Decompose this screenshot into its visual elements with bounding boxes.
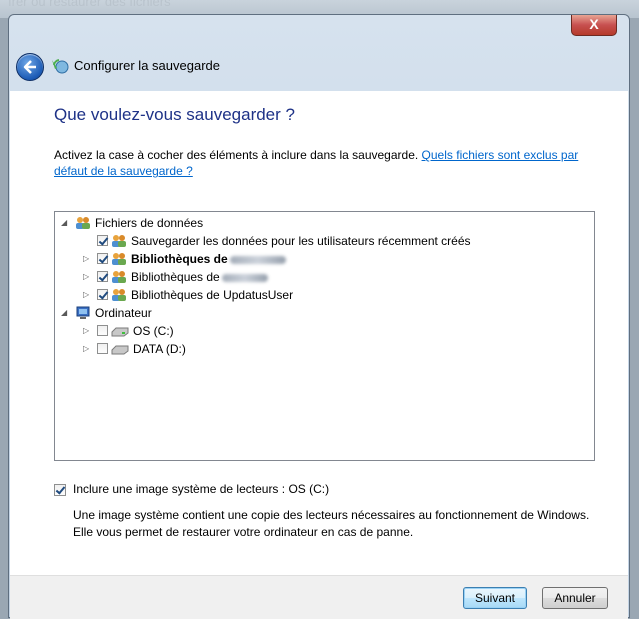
backup-items-tree[interactable]: ◢ Fichiers de données Sauvegarder les do…	[54, 211, 595, 461]
drive-icon	[111, 345, 129, 355]
users-icon	[76, 217, 90, 229]
expand-arrow-icon[interactable]: ▷	[83, 286, 93, 304]
users-icon	[112, 235, 126, 247]
content-panel: Que voulez-vous sauvegarder ? Activez la…	[10, 91, 628, 575]
redacted-username	[221, 273, 268, 282]
collapse-arrow-icon[interactable]: ◢	[61, 304, 71, 322]
tree-label: Ordinateur	[95, 306, 152, 320]
collapse-arrow-icon[interactable]: ◢	[61, 214, 71, 232]
cancel-button[interactable]: Annuler	[542, 587, 608, 609]
backup-icon	[52, 59, 69, 74]
system-image-description: Une image système contient une copie des…	[73, 508, 590, 539]
description-text: Activez la case à cocher des éléments à …	[54, 148, 419, 162]
tree-checkbox[interactable]	[97, 253, 108, 264]
page-heading: Que voulez-vous sauvegarder ?	[54, 105, 295, 124]
tree-label: Fichiers de données	[95, 216, 204, 230]
tree-checkbox[interactable]	[97, 325, 108, 336]
tree-label: Bibliothèques de UpdatusUser	[131, 288, 294, 302]
tree-node-data-files[interactable]: ◢ Fichiers de données	[59, 214, 579, 232]
expand-arrow-icon[interactable]: ▷	[83, 322, 93, 340]
page-description: Activez la case à cocher des éléments à …	[54, 147, 594, 179]
expand-arrow-icon[interactable]: ▷	[83, 250, 93, 268]
tree-checkbox[interactable]	[97, 235, 108, 246]
tree-label: Bibliothèques de	[131, 252, 228, 266]
computer-icon	[76, 306, 90, 319]
tree-label: OS (C:)	[133, 324, 174, 338]
close-button[interactable]: X	[571, 15, 617, 36]
backup-config-dialog: X Configurer la sauvegarde Que voulez-vo…	[8, 14, 630, 619]
expand-arrow-icon[interactable]: ▷	[83, 340, 93, 358]
tree-label-group: Bibliothèques de	[131, 268, 268, 286]
window-title: Configurer la sauvegarde	[74, 58, 220, 73]
back-button[interactable]	[16, 53, 44, 81]
tree-label-group: Bibliothèques de	[131, 250, 286, 268]
users-icon	[112, 289, 126, 301]
tree-label: Bibliothèques de	[131, 270, 220, 284]
tree-label: Sauvegarder les données pour les utilisa…	[131, 234, 471, 248]
next-button[interactable]: Suivant	[463, 587, 527, 609]
tree-label: DATA (D:)	[133, 342, 186, 356]
tree-node-library-user1[interactable]: ▷ Bibliothèques de	[59, 250, 579, 268]
redacted-username	[229, 255, 286, 264]
system-image-checkbox[interactable]	[54, 484, 66, 496]
users-icon	[112, 271, 126, 283]
tree-checkbox[interactable]	[97, 271, 108, 282]
tree-checkbox[interactable]	[97, 343, 108, 354]
navigation-bar: Configurer la sauvegarde	[10, 45, 628, 91]
expand-arrow-icon[interactable]: ▷	[83, 268, 93, 286]
tree-node-library-user2[interactable]: ▷ Bibliothèques de	[59, 268, 579, 286]
tree-checkbox[interactable]	[97, 289, 108, 300]
system-image-label: Inclure une image système de lecteurs : …	[73, 482, 330, 496]
tree-node-library-updatususer[interactable]: ▷ Bibliothèques de UpdatusUser	[59, 286, 579, 304]
drive-icon	[111, 327, 129, 337]
tree-node-new-users[interactable]: Sauvegarder les données pour les utilisa…	[59, 232, 579, 250]
tree-node-drive-d[interactable]: ▷ DATA (D:)	[59, 340, 579, 358]
dialog-footer: Suivant Annuler	[10, 575, 628, 619]
users-icon	[112, 253, 126, 265]
background-window-title: ırer ou restaurer des fichiers	[8, 0, 171, 9]
back-arrow-icon	[23, 60, 36, 74]
tree-node-drive-c[interactable]: ▷ OS (C:)	[59, 322, 579, 340]
tree-node-computer[interactable]: ◢ Ordinateur	[59, 304, 579, 322]
